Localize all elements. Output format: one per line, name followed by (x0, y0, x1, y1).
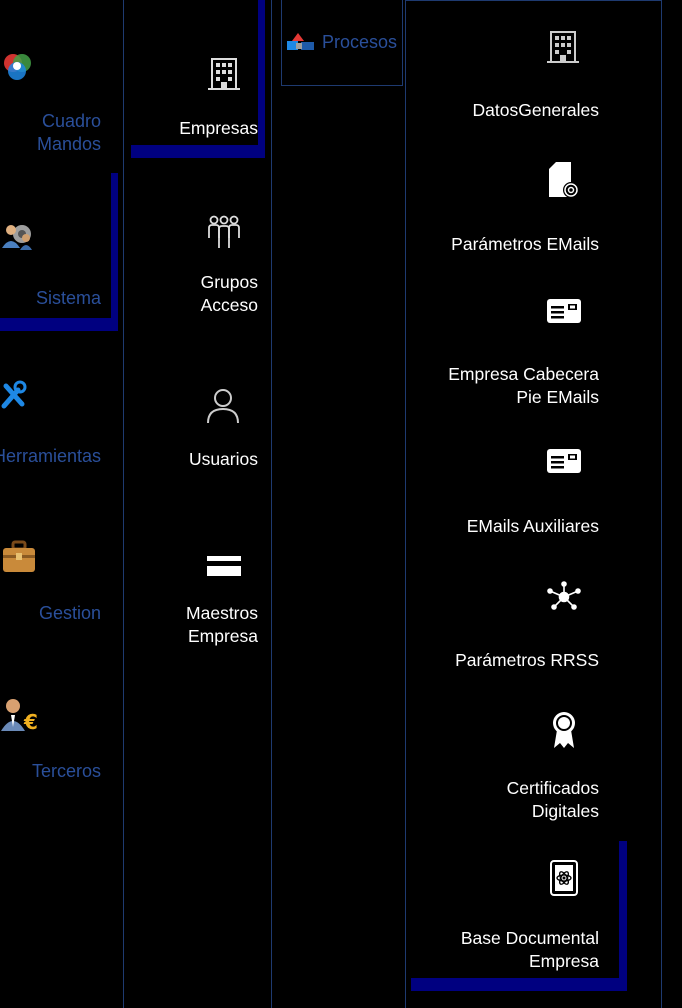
nav-label: Mandos (36, 134, 101, 154)
option-datos-generales[interactable]: DatosGenerales (406, 26, 611, 126)
nav-item-gestion[interactable]: Gestion (0, 540, 103, 635)
process-tab[interactable]: Procesos (281, 0, 403, 86)
subnav-item-maestros-empresa[interactable]: Maestros Empresa (124, 545, 264, 655)
option-label: Certificados (506, 778, 599, 798)
option-label: Parámetros RRSS (455, 650, 599, 670)
group-icon (206, 214, 242, 250)
option-label: Empresa (528, 951, 599, 971)
card-icon (546, 297, 582, 327)
building-icon (545, 28, 581, 64)
option-label: Pie EMails (516, 387, 599, 407)
option-label: Digitales (531, 801, 599, 821)
option-label: DatosGenerales (472, 100, 599, 120)
bars-icon (206, 550, 242, 580)
option-certificados-digitales[interactable]: Certificados Digitales (406, 706, 611, 826)
subnav-item-grupos-acceso[interactable]: Grupos Acceso (124, 210, 264, 320)
user-icon (205, 387, 241, 425)
award-icon (551, 710, 577, 750)
option-label: Parámetros EMails (451, 234, 599, 254)
subnav-label: Grupos (200, 272, 258, 292)
option-label: EMails Auxiliares (466, 516, 599, 536)
process-column (271, 0, 405, 1008)
nav-label: Gestion (38, 603, 101, 623)
selection-indicator (411, 978, 627, 991)
nav-label: Sistema (35, 288, 101, 308)
selection-indicator (131, 145, 265, 158)
subnav-label: Empresas (179, 118, 258, 138)
subnav-item-empresas[interactable]: Empresas (124, 50, 264, 150)
selection-indicator (619, 841, 627, 991)
nav-label: Herramientas (0, 446, 101, 466)
option-base-documental-empresa[interactable]: Base Documental Empresa (406, 856, 611, 976)
option-parametros-rrss[interactable]: Parámetros RRSS (406, 579, 611, 679)
option-parametros-emails[interactable]: Parámetros EMails (406, 159, 611, 259)
nav-label: Terceros (31, 761, 101, 781)
subnav-label: Empresa (187, 626, 258, 646)
atom-book-icon (548, 859, 580, 897)
nav-label: Cuadro (41, 111, 101, 131)
process-label: Procesos (322, 32, 398, 52)
subnav-item-usuarios[interactable]: Usuarios (124, 383, 264, 478)
selection-indicator (0, 318, 118, 331)
option-label: Empresa Cabecera (448, 364, 599, 384)
color-wheel-icon (0, 50, 103, 84)
tools-icon (0, 380, 103, 410)
subnav-label: Usuarios (188, 449, 258, 469)
option-label: Base Documental (460, 928, 599, 948)
option-empresa-cabecera-pie-emails[interactable]: Empresa Cabecera Pie EMails (406, 293, 611, 413)
users-gear-icon (0, 220, 118, 252)
nav-item-terceros[interactable]: € Terceros (0, 697, 103, 792)
nav-item-herramientas[interactable]: Herramientas (0, 380, 103, 475)
selection-indicator (111, 173, 118, 331)
shapes-icon (286, 31, 316, 53)
building-icon (206, 55, 242, 91)
main-nav: Cuadro Mandos Sistema Herramientas Gesti… (0, 0, 123, 1008)
nav-item-sistema[interactable]: Sistema (0, 220, 118, 332)
card-icon (546, 447, 582, 477)
briefcase-icon (0, 540, 103, 574)
network-icon (546, 581, 582, 613)
svg-text:€: € (23, 710, 38, 733)
option-emails-auxiliares[interactable]: EMails Auxiliares (406, 444, 611, 544)
person-euro-icon: € (0, 697, 103, 733)
subnav-label: Acceso (200, 295, 258, 315)
selection-indicator (258, 0, 265, 158)
nav-item-cuadro-mandos[interactable]: Cuadro Mandos (0, 50, 103, 160)
file-at-icon (547, 161, 581, 199)
subnav-label: Maestros (186, 603, 258, 623)
